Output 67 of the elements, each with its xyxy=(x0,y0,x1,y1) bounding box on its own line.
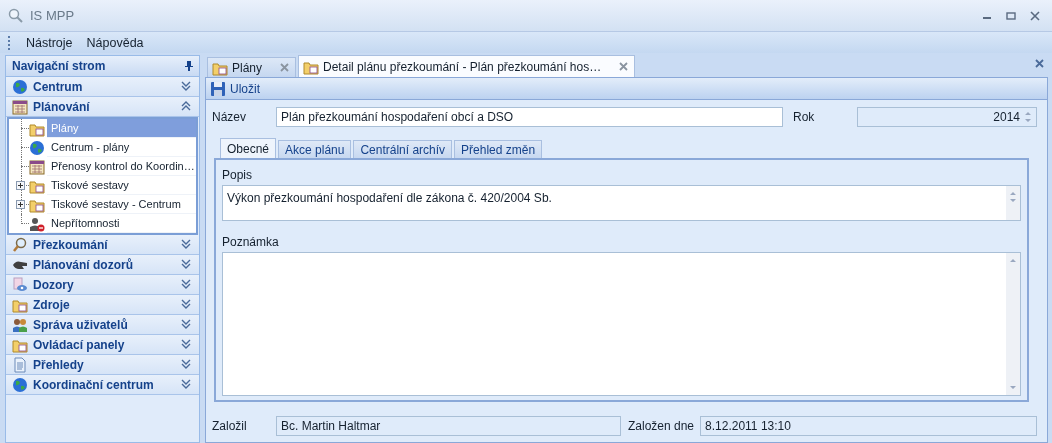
tab[interactable]: Přehled změn xyxy=(454,140,543,158)
chevron-down-icon[interactable] xyxy=(181,80,191,91)
navigation-group[interactable]: Správa uživatelů xyxy=(6,315,199,335)
people-icon xyxy=(12,316,28,333)
document-icon xyxy=(12,356,28,373)
field-label: Popis xyxy=(222,167,254,184)
navigation-group[interactable]: Ovládací panely xyxy=(6,335,199,355)
menu-item[interactable]: Nástroje xyxy=(26,35,73,50)
close-icon[interactable] xyxy=(619,62,629,71)
calendar-icon xyxy=(29,158,45,175)
magnifier-icon xyxy=(12,236,28,253)
document-tab[interactable]: Plány xyxy=(207,57,297,77)
close-icon[interactable] xyxy=(1030,10,1040,21)
expand-icon[interactable] xyxy=(16,181,25,190)
eye-icon xyxy=(12,276,28,293)
document-tab[interactable]: Detail plánu přezkoumání - Plán přezkoumání hos… xyxy=(298,55,636,77)
date-field: 8.12.2011 13:10 xyxy=(700,416,1037,436)
note-field[interactable] xyxy=(222,252,1021,396)
maximize-icon[interactable] xyxy=(1006,10,1016,21)
navigation-group[interactable]: Plánování dozorů xyxy=(6,255,199,275)
navigation-group[interactable]: Přezkoumání xyxy=(6,235,199,255)
close-icon[interactable] xyxy=(1035,59,1044,68)
navigation-group[interactable]: Koordinační centrum xyxy=(6,375,199,395)
name-field[interactable]: Plán přezkoumání hospodaření obcí a DSO xyxy=(276,107,783,127)
navigation-group[interactable]: Centrum xyxy=(6,77,199,97)
chevron-down-icon[interactable] xyxy=(181,278,191,289)
tree-item[interactable]: Centrum - plány xyxy=(47,138,196,157)
field-label: Založil xyxy=(212,419,248,433)
search-icon xyxy=(8,7,24,24)
chevron-up-icon[interactable] xyxy=(181,100,191,111)
expand-icon[interactable] xyxy=(16,200,25,209)
pin-icon[interactable] xyxy=(185,61,193,71)
navigation-group[interactable]: Dozory xyxy=(6,275,199,295)
chevron-down-icon[interactable] xyxy=(181,238,191,249)
navigation-group[interactable]: Přehledy xyxy=(6,355,199,375)
chevron-down-icon[interactable] xyxy=(181,298,191,309)
field-label: Název xyxy=(212,110,247,124)
save-button[interactable]: Uložit xyxy=(210,80,260,97)
globe-icon xyxy=(12,78,28,95)
chevron-down-icon[interactable] xyxy=(181,258,191,269)
description-field[interactable]: Výkon přezkoumání hospodaření dle zákona č. 420/2004 Sb. xyxy=(222,185,1021,221)
chevron-down-icon[interactable] xyxy=(181,318,191,329)
panel-title: Navigační strom xyxy=(12,59,106,73)
menu-item[interactable]: Nápověda xyxy=(86,35,144,50)
tree-item[interactable]: Nepřítomnosti xyxy=(47,214,196,233)
globe-icon xyxy=(29,139,45,156)
toolbar-grip[interactable] xyxy=(8,35,12,50)
globe-icon xyxy=(12,376,28,393)
navigation-group[interactable]: Plánování xyxy=(6,97,199,117)
navigation-group[interactable]: Zdroje xyxy=(6,295,199,315)
field-label: Rok xyxy=(793,110,816,124)
tree-item[interactable]: Tiskové sestavy xyxy=(47,176,196,195)
chevron-down-icon[interactable] xyxy=(181,338,191,349)
person-icon xyxy=(29,215,45,232)
year-field[interactable]: 2014 xyxy=(857,107,1037,127)
tab[interactable]: Obecné xyxy=(220,138,277,158)
chevron-down-icon[interactable] xyxy=(181,378,191,389)
window-title: IS MPP xyxy=(30,8,75,23)
chevron-down-icon[interactable] xyxy=(181,358,191,369)
field-label: Založen dne xyxy=(628,419,695,433)
tab[interactable]: Centrální archív xyxy=(353,140,453,158)
tree-item[interactable]: Přenosy kontrol do Koordin… xyxy=(47,157,196,176)
field-label: Poznámka xyxy=(222,234,280,251)
tab[interactable]: Akce plánu xyxy=(278,140,352,158)
calendar-icon xyxy=(12,98,28,115)
tree-item[interactable]: Tiskové sestavy - Centrum xyxy=(47,195,196,214)
author-field: Bc. Martin Haltmar xyxy=(276,416,621,436)
